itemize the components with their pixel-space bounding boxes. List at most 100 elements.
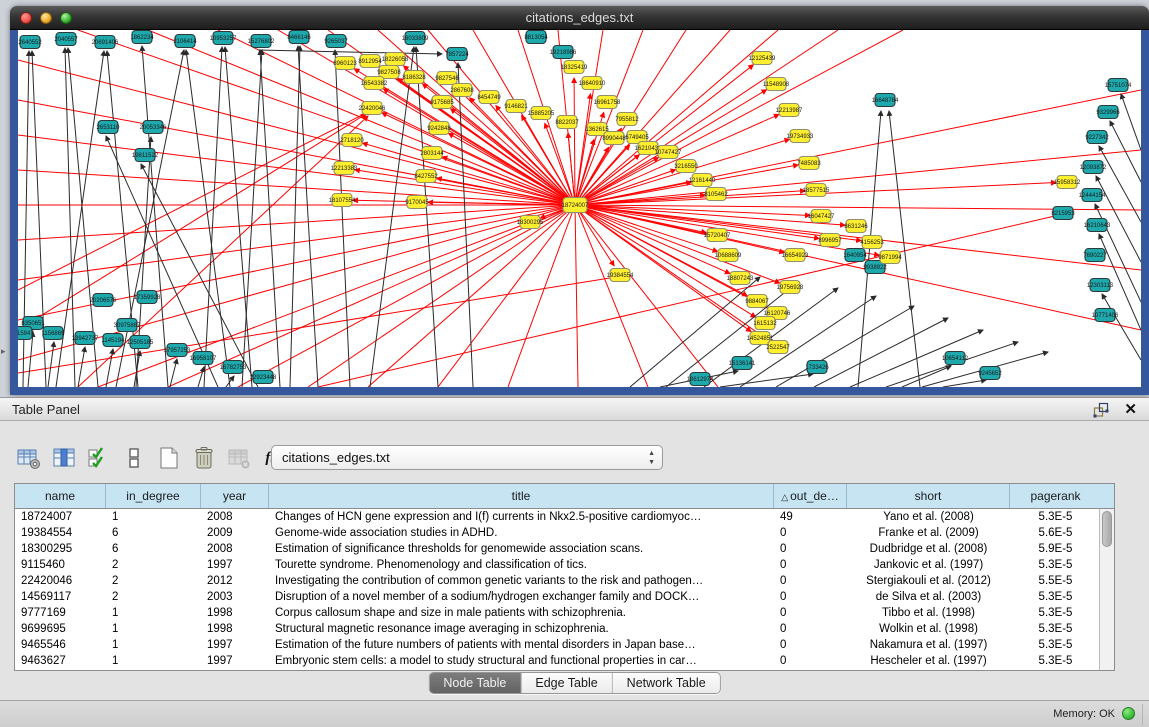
select-rows-icon[interactable] — [84, 443, 114, 473]
table-row[interactable]: 946362711997Embryonic stem cells: a mode… — [15, 653, 1114, 669]
table-scrollbar-thumb[interactable] — [1102, 511, 1112, 547]
table-cell-pagerank[interactable]: 5.3E-5 — [1010, 605, 1101, 621]
table-cell-title[interactable]: Disruption of a novel member of a sodium… — [269, 589, 774, 605]
network-window-titlebar[interactable]: citations_edges.txt — [10, 6, 1149, 30]
table-cell-short[interactable]: Tibbo et al. (1998) — [847, 605, 1010, 621]
memory-status-indicator[interactable] — [1122, 707, 1135, 720]
table-cell-year[interactable]: 2008 — [201, 541, 269, 557]
table-cell-name[interactable]: 14569117 — [15, 589, 106, 605]
table-cell-out_de[interactable]: 0 — [774, 589, 847, 605]
table-cell-in_degree[interactable]: 1 — [106, 509, 201, 525]
table-settings-icon[interactable] — [14, 443, 44, 473]
table-cell-out_de[interactable]: 0 — [774, 621, 847, 637]
table-cell-in_degree[interactable]: 2 — [106, 589, 201, 605]
tab-node-table[interactable]: Node Table — [429, 673, 521, 693]
table-cell-pagerank[interactable]: 5.5E-5 — [1010, 573, 1101, 589]
table-cell-name[interactable]: 9115460 — [15, 557, 106, 573]
table-cell-in_degree[interactable]: 1 — [106, 621, 201, 637]
table-cell-in_degree[interactable]: 2 — [106, 557, 201, 573]
column-header-out_de[interactable]: △out_de… — [774, 484, 847, 508]
table-row[interactable]: 977716911998Corpus callosum shape and si… — [15, 605, 1114, 621]
table-cell-short[interactable]: Jankovic et al. (1997) — [847, 557, 1010, 573]
table-cell-short[interactable]: Nakamura et al. (1997) — [847, 637, 1010, 653]
table-cell-short[interactable]: Hescheler et al. (1997) — [847, 653, 1010, 669]
table-cell-pagerank[interactable]: 5.9E-5 — [1010, 541, 1101, 557]
table-cell-year[interactable]: 2003 — [201, 589, 269, 605]
table-cell-out_de[interactable]: 0 — [774, 637, 847, 653]
table-cell-short[interactable]: de Silva et al. (2003) — [847, 589, 1010, 605]
table-cell-title[interactable]: Corpus callosum shape and size in male p… — [269, 605, 774, 621]
column-header-short[interactable]: short — [847, 484, 1010, 508]
table-row[interactable]: 2242004622012Investigating the contribut… — [15, 573, 1114, 589]
column-header-year[interactable]: year — [201, 484, 269, 508]
table-cell-name[interactable]: 18724007 — [15, 509, 106, 525]
row-height-icon[interactable] — [119, 443, 149, 473]
table-cell-short[interactable]: Stergiakouli et al. (2012) — [847, 573, 1010, 589]
create-table-icon[interactable] — [154, 443, 184, 473]
table-cell-year[interactable]: 1997 — [201, 637, 269, 653]
table-cell-name[interactable]: 9777169 — [15, 605, 106, 621]
table-cell-title[interactable]: Estimation of the future numbers of pati… — [269, 637, 774, 653]
float-panel-icon[interactable] — [1093, 402, 1109, 418]
table-cell-year[interactable]: 1997 — [201, 557, 269, 573]
table-cell-title[interactable]: Structural magnetic resonance image aver… — [269, 621, 774, 637]
table-cell-pagerank[interactable]: 5.3E-5 — [1010, 621, 1101, 637]
table-cell-year[interactable]: 1998 — [201, 605, 269, 621]
table-row[interactable]: 1830029562008Estimation of significance … — [15, 541, 1114, 557]
table-cell-short[interactable]: Wolkin et al. (1998) — [847, 621, 1010, 637]
table-cell-out_de[interactable]: 0 — [774, 541, 847, 557]
table-cell-pagerank[interactable]: 5.3E-5 — [1010, 557, 1101, 573]
table-cell-out_de[interactable]: 0 — [774, 525, 847, 541]
table-cell-year[interactable]: 2009 — [201, 525, 269, 541]
table-cell-in_degree[interactable]: 1 — [106, 605, 201, 621]
table-cell-year[interactable]: 1997 — [201, 653, 269, 669]
table-cell-name[interactable]: 9465546 — [15, 637, 106, 653]
table-cell-short[interactable]: Yano et al. (2008) — [847, 509, 1010, 525]
panel-collapse-arrow-icon[interactable]: ▸ — [1, 346, 6, 357]
table-row[interactable]: 1456911722003Disruption of a novel membe… — [15, 589, 1114, 605]
table-cell-name[interactable]: 19384554 — [15, 525, 106, 541]
column-header-pagerank[interactable]: pagerank — [1010, 484, 1101, 508]
table-cell-name[interactable]: 9699695 — [15, 621, 106, 637]
table-cell-pagerank[interactable]: 5.3E-5 — [1010, 637, 1101, 653]
network-window[interactable]: citations_edges.txt 26405522040557206914… — [10, 6, 1149, 395]
show-columns-icon[interactable] — [49, 443, 79, 473]
table-cell-name[interactable]: 18300295 — [15, 541, 106, 557]
table-cell-short[interactable]: Franke et al. (2009) — [847, 525, 1010, 541]
table-row[interactable]: 1872400712008Changes of HCN gene express… — [15, 509, 1114, 525]
table-cell-in_degree[interactable]: 2 — [106, 573, 201, 589]
table-cell-short[interactable]: Dudbridge et al. (2008) — [847, 541, 1010, 557]
table-cell-pagerank[interactable]: 5.3E-5 — [1010, 509, 1101, 525]
table-row[interactable]: 1938455462009Genome-wide association stu… — [15, 525, 1114, 541]
citation-network-graph[interactable]: 2640552204055720691406186223421064141095… — [18, 30, 1141, 387]
table-source-select[interactable]: citations_edges.txt ▲▼ — [271, 445, 663, 470]
table-scrollbar[interactable] — [1099, 509, 1114, 670]
column-header-name[interactable]: name — [15, 484, 106, 508]
table-cell-in_degree[interactable]: 6 — [106, 541, 201, 557]
table-cell-title[interactable]: Investigating the contribution of common… — [269, 573, 774, 589]
tab-edge-table[interactable]: Edge Table — [521, 673, 612, 693]
table-row[interactable]: 969969511998Structural magnetic resonanc… — [15, 621, 1114, 637]
table-cell-out_de[interactable]: 0 — [774, 653, 847, 669]
table-cell-name[interactable]: 22420046 — [15, 573, 106, 589]
table-row[interactable]: 946554611997Estimation of the future num… — [15, 637, 1114, 653]
table-row[interactable]: 911546021997Tourette syndrome. Phenomeno… — [15, 557, 1114, 573]
close-panel-icon[interactable]: ✕ — [1124, 400, 1137, 418]
table-cell-in_degree[interactable]: 6 — [106, 525, 201, 541]
network-canvas[interactable]: 2640552204055720691406186223421064141095… — [18, 30, 1141, 387]
column-header-in_degree[interactable]: in_degree — [106, 484, 201, 508]
table-cell-title[interactable]: Tourette syndrome. Phenomenology and cla… — [269, 557, 774, 573]
table-cell-out_de[interactable]: 49 — [774, 509, 847, 525]
table-cell-title[interactable]: Embryonic stem cells: a model to study s… — [269, 653, 774, 669]
table-cell-pagerank[interactable]: 5.3E-5 — [1010, 589, 1101, 605]
delete-table-icon[interactable] — [189, 443, 219, 473]
table-cell-title[interactable]: Estimation of significance thresholds fo… — [269, 541, 774, 557]
table-cell-year[interactable]: 2012 — [201, 573, 269, 589]
tab-network-table[interactable]: Network Table — [613, 673, 720, 693]
table-cell-out_de[interactable]: 0 — [774, 557, 847, 573]
table-cell-title[interactable]: Genome-wide association studies in ADHD. — [269, 525, 774, 541]
table-cell-year[interactable]: 2008 — [201, 509, 269, 525]
table-cell-pagerank[interactable]: 5.3E-5 — [1010, 653, 1101, 669]
table-cell-out_de[interactable]: 0 — [774, 605, 847, 621]
table-cell-year[interactable]: 1998 — [201, 621, 269, 637]
